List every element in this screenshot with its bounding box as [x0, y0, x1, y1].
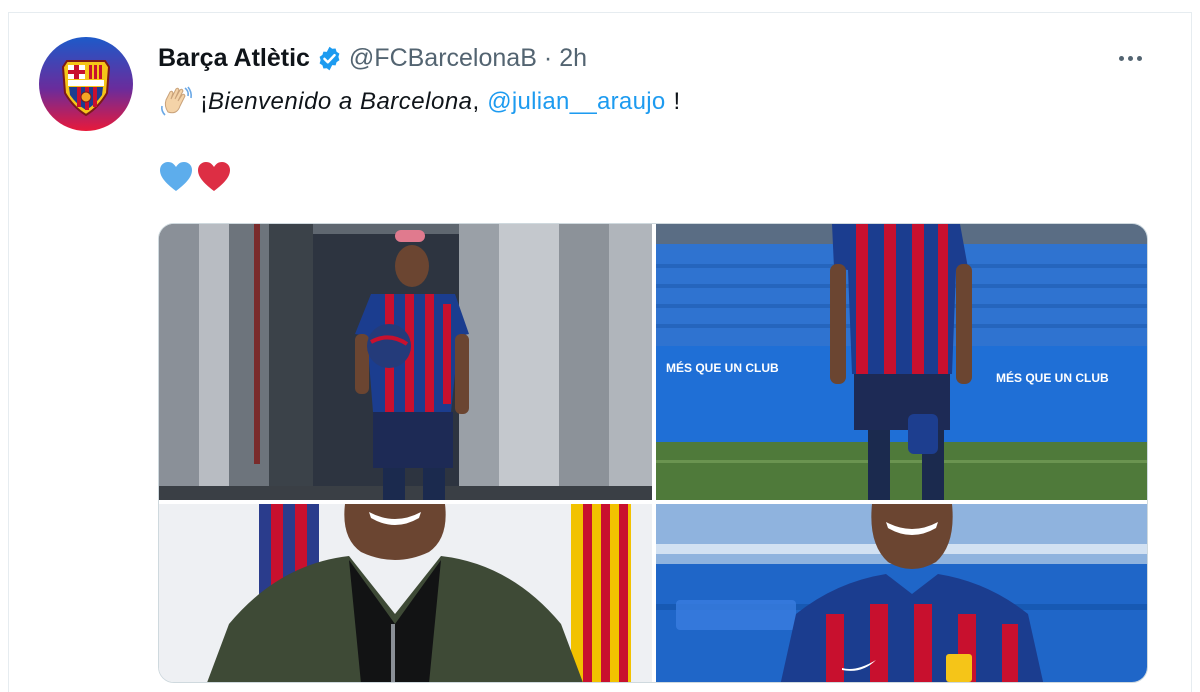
- text-italic-phrase: Bienvenido a Barcelona: [208, 88, 473, 115]
- account-handle[interactable]: @FCBarcelonaB: [349, 44, 537, 73]
- wall-text-left: MÉS QUE UN CLUB: [666, 360, 779, 375]
- display-name[interactable]: Barça Atlètic: [158, 44, 310, 73]
- verified-badge-icon: [316, 45, 343, 72]
- tweet-timestamp[interactable]: 2h: [559, 44, 587, 73]
- more-dot-icon: [1127, 55, 1133, 61]
- separator-dot: ·: [543, 43, 553, 72]
- mention-link[interactable]: @julian__araujo: [487, 88, 665, 116]
- media-grid: MÉS QUE UN CLUB MÉS QUE UN CLUB: [158, 223, 1148, 683]
- player-corridor-photo[interactable]: [159, 224, 652, 500]
- account-avatar[interactable]: [39, 37, 133, 131]
- wall-text-right: MÉS QUE UN CLUB: [996, 370, 1109, 385]
- player-kit-closeup-photo[interactable]: [656, 504, 1147, 682]
- fcb-crest-icon: [39, 37, 133, 131]
- red-heart-icon: [198, 162, 230, 191]
- waving-hand-emoji-icon: [158, 84, 194, 120]
- tweet-header: Barça Atlètic @FCBarcelonaB · 2h: [158, 40, 587, 76]
- more-dot-icon: [1118, 55, 1124, 61]
- more-options-button[interactable]: [1110, 40, 1150, 76]
- player-stadium-photo[interactable]: MÉS QUE UN CLUB MÉS QUE UN CLUB: [656, 224, 1147, 500]
- text-comma: ,: [472, 88, 480, 115]
- text-suffix: !: [673, 88, 681, 115]
- blue-heart-icon: [160, 162, 192, 191]
- more-dot-icon: [1136, 55, 1142, 61]
- player-jacket-photo[interactable]: [159, 504, 652, 682]
- hearts-emoji-row: [158, 160, 232, 194]
- text-prefix: ¡: [200, 88, 208, 115]
- tweet-text: ¡ Bienvenido a Barcelona , @julian__arau…: [158, 84, 680, 120]
